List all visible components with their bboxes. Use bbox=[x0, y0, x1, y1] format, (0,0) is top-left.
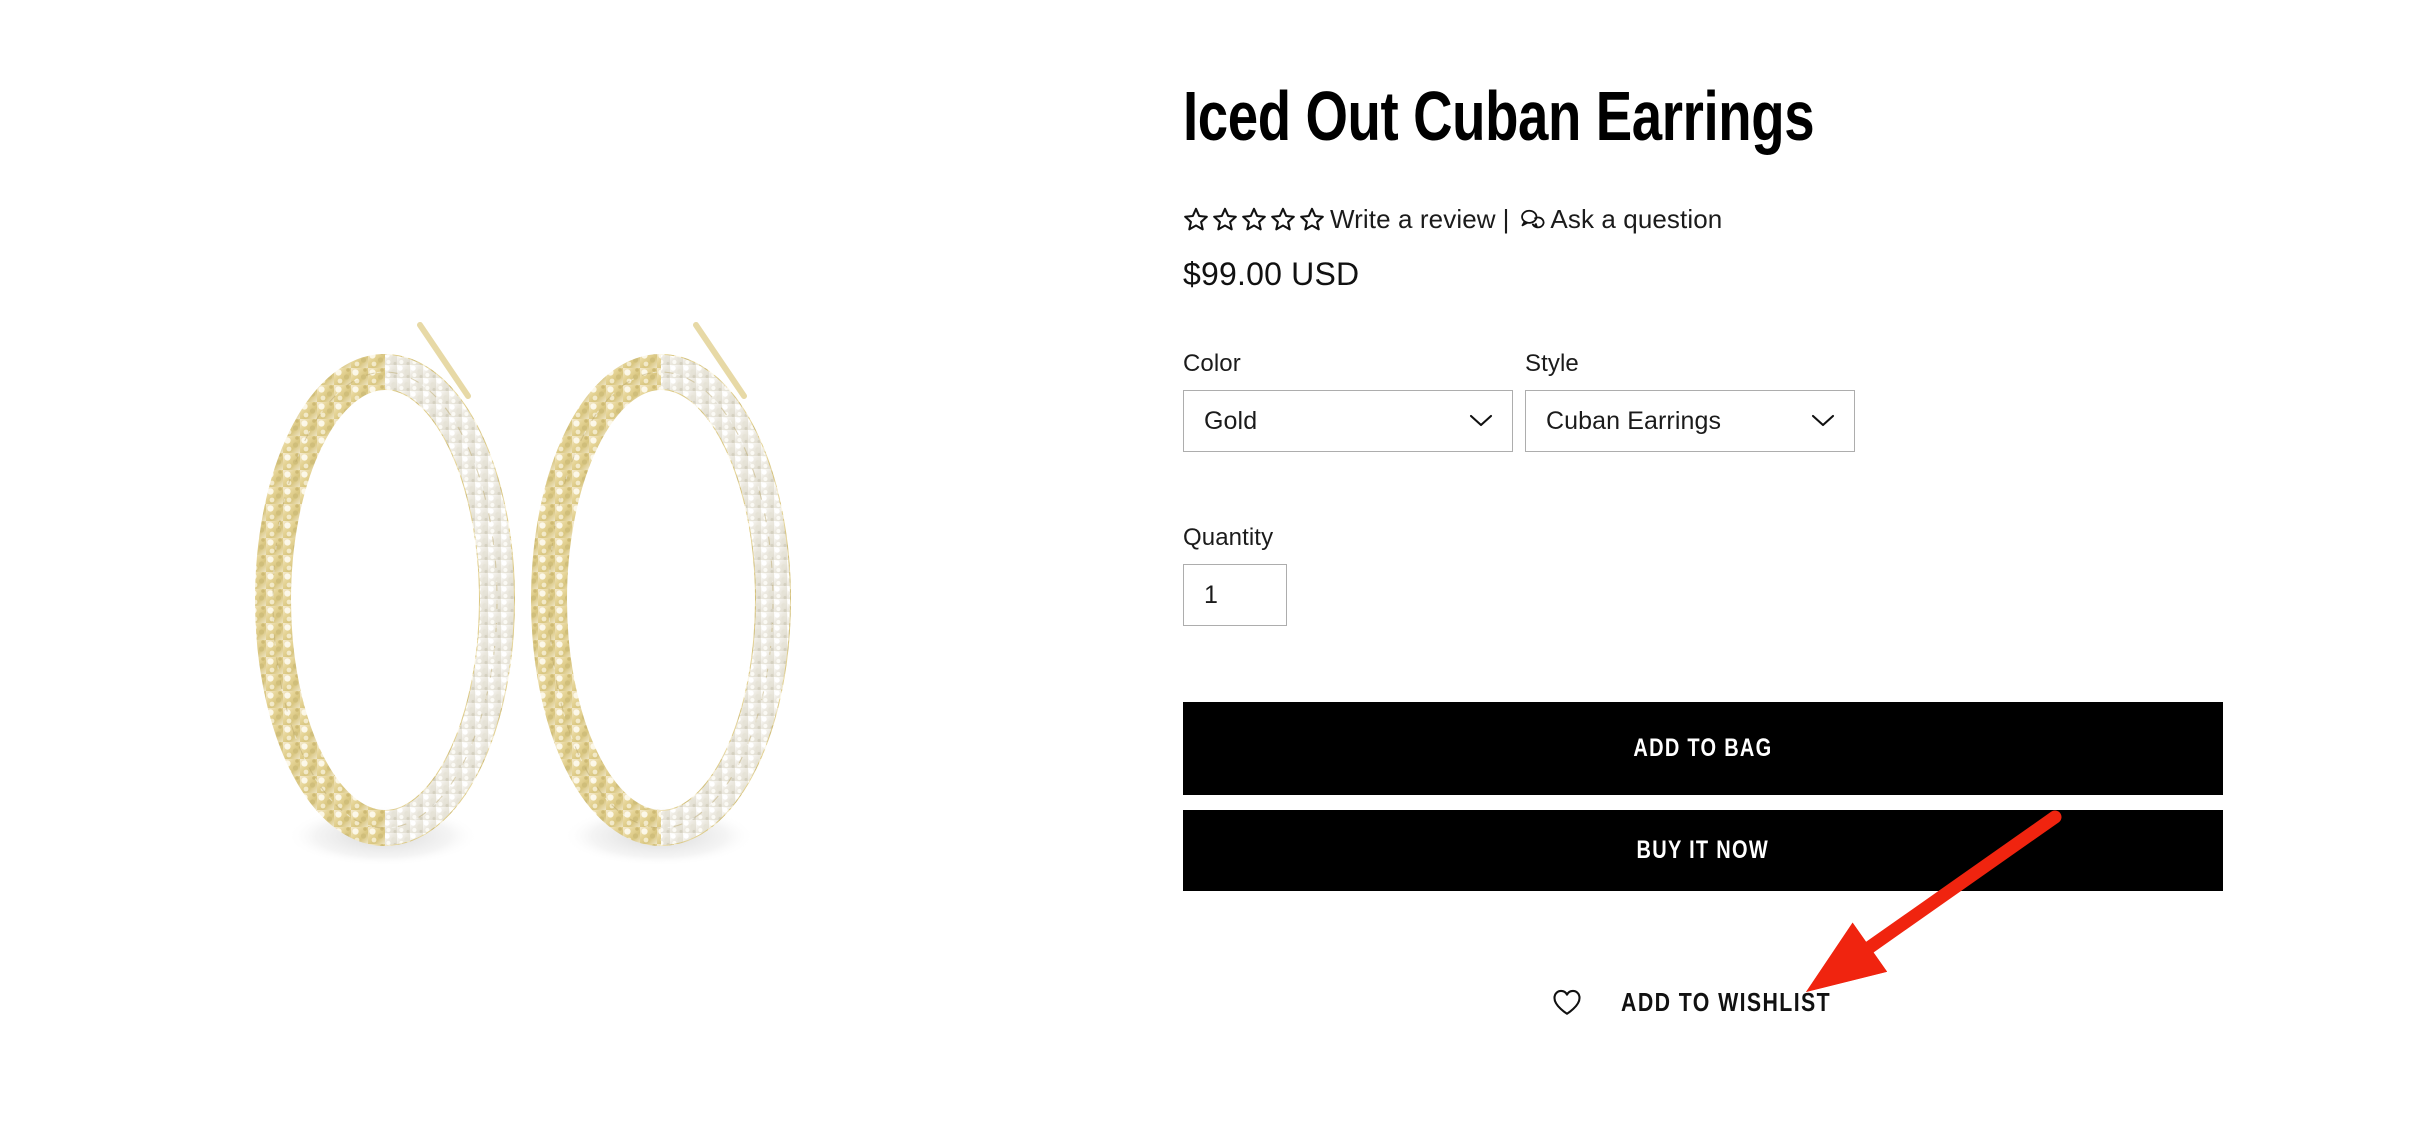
color-label: Color bbox=[1183, 350, 1241, 377]
product-price: $99.00 USD bbox=[1183, 256, 1360, 292]
star-icon bbox=[1300, 207, 1324, 231]
star-icon bbox=[1213, 207, 1237, 231]
option-group-color: Color Gold bbox=[1183, 350, 1513, 452]
style-select[interactable]: Cuban Earrings bbox=[1525, 390, 1855, 452]
link-separator: | bbox=[1502, 203, 1510, 234]
ask-a-question-link[interactable]: Ask a question bbox=[1518, 204, 1722, 235]
color-select[interactable]: Gold bbox=[1183, 390, 1513, 452]
write-a-review-link[interactable]: Write a review bbox=[1330, 204, 1496, 235]
star-rating[interactable] bbox=[1183, 206, 1325, 232]
heart-outline-icon bbox=[1553, 989, 1581, 1015]
add-to-bag-label: ADD TO BAG bbox=[1633, 734, 1773, 762]
add-to-bag-button[interactable]: ADD TO BAG bbox=[1183, 702, 2223, 795]
quantity-label: Quantity bbox=[1183, 524, 1274, 551]
quantity-group: Quantity 1 bbox=[1183, 524, 1513, 626]
style-label: Style bbox=[1525, 350, 1579, 377]
review-row: Write a review | Ask a question bbox=[1183, 202, 1722, 236]
page-title: Iced Out Cuban Earrings bbox=[1183, 77, 1815, 155]
speech-bubbles-icon bbox=[1521, 209, 1545, 228]
color-selected-value: Gold bbox=[1204, 406, 1258, 435]
star-icon bbox=[1271, 207, 1295, 231]
ask-a-question-label: Ask a question bbox=[1550, 203, 1723, 234]
buy-it-now-button[interactable]: BUY IT NOW bbox=[1183, 810, 2223, 891]
chevron-down-icon bbox=[1811, 414, 1835, 427]
star-icon bbox=[1184, 207, 1208, 231]
buy-it-now-label: BUY IT NOW bbox=[1636, 836, 1770, 864]
product-detail-page: Iced Out Cuban Earrings Write a review |… bbox=[0, 0, 2432, 1134]
add-to-wishlist-button[interactable]: ADD TO WISHLIST bbox=[1183, 982, 2223, 1022]
quantity-input[interactable]: 1 bbox=[1183, 564, 1287, 626]
chevron-down-icon bbox=[1469, 414, 1493, 427]
product-gallery bbox=[0, 0, 1150, 1134]
style-selected-value: Cuban Earrings bbox=[1546, 406, 1722, 435]
option-group-style: Style Cuban Earrings bbox=[1525, 350, 1855, 452]
add-to-wishlist-label: ADD TO WISHLIST bbox=[1620, 986, 1832, 1017]
variant-options: Color Gold Style Cuban Earrings bbox=[1183, 350, 1855, 452]
product-image[interactable] bbox=[215, 300, 935, 900]
star-icon bbox=[1242, 207, 1266, 231]
product-info-panel: Iced Out Cuban Earrings Write a review |… bbox=[1183, 0, 2223, 1134]
